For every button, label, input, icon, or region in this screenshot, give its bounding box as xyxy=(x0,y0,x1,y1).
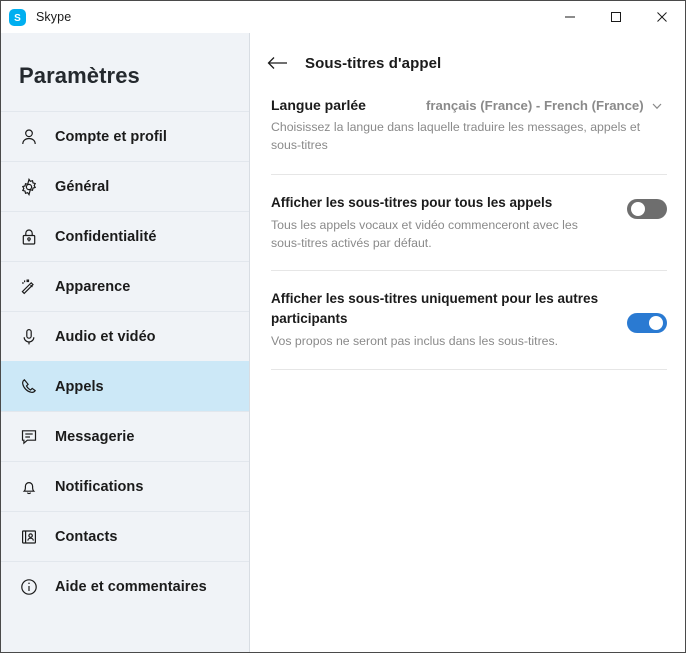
sidebar-item-label: Confidentialité xyxy=(55,228,157,245)
sidebar-item-apparence[interactable]: Apparence xyxy=(1,261,249,311)
sidebar-item-general[interactable]: Général xyxy=(1,161,249,211)
skype-settings-window: S Skype Paramètres Compte et profil Géné… xyxy=(0,0,686,653)
spoken-language-value: français (France) - French (France) xyxy=(426,98,644,113)
bell-icon xyxy=(17,475,41,499)
sidebar-item-appels[interactable]: Appels xyxy=(1,361,249,411)
sidebar-item-label: Appels xyxy=(55,378,104,395)
sidebar-item-aide-et-commentaires[interactable]: Aide et commentaires xyxy=(1,561,249,611)
chat-bubble-icon xyxy=(17,425,41,449)
gear-icon xyxy=(17,175,41,199)
magic-wand-icon xyxy=(17,275,41,299)
captions-all-calls-toggle[interactable] xyxy=(627,199,667,219)
captions-others-only-description: Vos propos ne seront pas inclus dans les… xyxy=(271,334,559,348)
close-button[interactable] xyxy=(639,2,685,33)
maximize-icon xyxy=(610,11,622,23)
svg-text:S: S xyxy=(14,13,21,24)
sidebar-item-contacts[interactable]: Contacts xyxy=(1,511,249,561)
sidebar-item-label: Contacts xyxy=(55,528,118,545)
lock-icon xyxy=(17,225,41,249)
section-divider xyxy=(271,368,667,370)
sidebar-item-label: Audio et vidéo xyxy=(55,328,156,345)
person-icon xyxy=(17,125,41,149)
settings-main-panel: Sous-titres d'appel Langue parlée frança… xyxy=(250,33,685,652)
page-title: Sous-titres d'appel xyxy=(305,54,442,72)
captions-all-calls-description: Tous les appels vocaux et vidéo commence… xyxy=(271,218,578,250)
spoken-language-row: Langue parlée français (France) - French… xyxy=(271,75,667,113)
chevron-down-icon xyxy=(651,100,663,112)
toggle-knob xyxy=(649,316,663,330)
sidebar-item-messagerie[interactable]: Messagerie xyxy=(1,411,249,461)
captions-all-calls-row: Afficher les sous-titres pour tous les a… xyxy=(271,175,667,252)
spoken-language-section: Langue parlée français (France) - French… xyxy=(250,75,685,154)
back-arrow-icon xyxy=(267,55,289,71)
captions-others-only-texts: Afficher les sous-titres uniquement pour… xyxy=(271,289,611,351)
phone-icon xyxy=(17,375,41,399)
sidebar-item-label: Messagerie xyxy=(55,428,135,445)
app-title: Skype xyxy=(36,10,72,24)
settings-sidebar: Paramètres Compte et profil Général Conf… xyxy=(1,33,250,652)
captions-all-calls-texts: Afficher les sous-titres pour tous les a… xyxy=(271,193,611,252)
spoken-language-label: Langue parlée xyxy=(271,97,366,113)
sidebar-item-label: Aide et commentaires xyxy=(55,578,207,595)
minimize-button[interactable] xyxy=(547,2,593,33)
toggle-knob xyxy=(631,202,645,216)
sidebar-item-compte-et-profil[interactable]: Compte et profil xyxy=(1,111,249,161)
spoken-language-description: Choisissez la langue dans laquelle tradu… xyxy=(271,120,641,152)
skype-logo-icon: S xyxy=(9,8,26,26)
sidebar-item-label: Compte et profil xyxy=(55,128,167,145)
captions-others-only-section: Afficher les sous-titres uniquement pour… xyxy=(250,271,685,369)
sidebar-item-label: Notifications xyxy=(55,478,144,495)
title-bar: S Skype xyxy=(1,1,685,33)
sidebar-item-label: Général xyxy=(55,178,110,195)
window-body: Paramètres Compte et profil Général Conf… xyxy=(1,33,685,652)
contact-card-icon xyxy=(17,525,41,549)
maximize-button[interactable] xyxy=(593,2,639,33)
sidebar-item-confidentialite[interactable]: Confidentialité xyxy=(1,211,249,261)
back-button[interactable] xyxy=(263,48,293,78)
microphone-icon xyxy=(17,325,41,349)
info-icon xyxy=(17,575,41,599)
captions-others-only-row: Afficher les sous-titres uniquement pour… xyxy=(271,271,667,351)
sidebar-heading: Paramètres xyxy=(19,63,140,88)
sidebar-item-audio-et-video[interactable]: Audio et vidéo xyxy=(1,311,249,361)
main-header: Sous-titres d'appel xyxy=(250,33,685,75)
captions-all-calls-title: Afficher les sous-titres pour tous les a… xyxy=(271,195,553,210)
captions-others-only-toggle[interactable] xyxy=(627,313,667,333)
captions-others-only-title: Afficher les sous-titres uniquement pour… xyxy=(271,291,599,326)
spoken-language-dropdown[interactable]: français (France) - French (France) xyxy=(426,98,663,113)
close-icon xyxy=(656,11,668,23)
minimize-icon xyxy=(564,11,576,23)
captions-all-calls-section: Afficher les sous-titres pour tous les a… xyxy=(250,175,685,270)
sidebar-item-label: Apparence xyxy=(55,278,131,295)
sidebar-item-notifications[interactable]: Notifications xyxy=(1,461,249,511)
